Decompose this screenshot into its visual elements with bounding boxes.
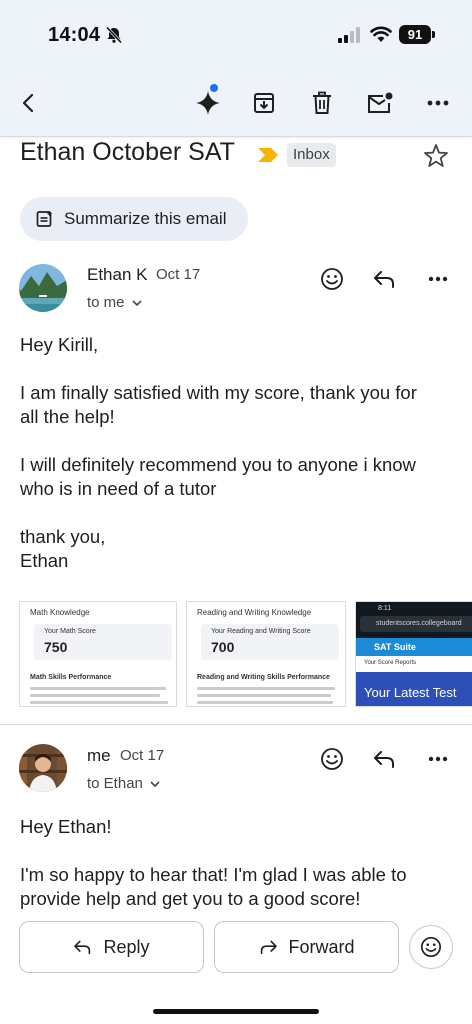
archive-button[interactable] (247, 86, 281, 120)
sat-suite-brand: SAT Suite (356, 638, 472, 656)
archive-icon (254, 93, 274, 113)
gemini-icon (196, 91, 220, 115)
recipient-text: to Ethan (87, 775, 143, 792)
forward-label: Forward (288, 936, 355, 957)
important-marker-icon[interactable] (257, 146, 279, 164)
score-box: Your Math Score 750 (34, 624, 172, 660)
message-body-line: I am finally satisfied with my score, th… (20, 382, 417, 403)
summary-icon (36, 211, 53, 227)
back-icon (22, 93, 34, 113)
more-horizontal-icon (427, 100, 449, 106)
attachment-reading-writing-score[interactable]: Reading and Writing Knowledge Your Readi… (186, 601, 346, 707)
section-heading: Math Skills Performance (30, 674, 112, 681)
reply-icon (374, 751, 394, 768)
reply-label: Reply (103, 936, 150, 957)
home-indicator (153, 1009, 319, 1014)
message-more-button[interactable] (423, 744, 453, 774)
react-emoji-button[interactable] (317, 264, 347, 294)
wifi-icon (370, 26, 392, 42)
trash-icon (313, 91, 331, 114)
message-body-line: Hey Kirill, (20, 334, 99, 355)
more-options-button[interactable] (421, 86, 455, 120)
mark-unread-icon (368, 92, 393, 113)
more-horizontal-icon (428, 756, 448, 762)
message-more-button[interactable] (423, 264, 453, 294)
avatar-me[interactable] (19, 744, 67, 792)
forward-icon (261, 940, 278, 955)
avatar-landscape-image (19, 264, 67, 312)
text-placeholder-line (197, 701, 333, 704)
latest-test-banner: Your Latest Test (356, 672, 472, 706)
battery-cap (432, 31, 435, 38)
forward-action-button[interactable]: Forward (214, 921, 399, 973)
emoji-icon (421, 937, 441, 957)
message-body-line: I will definitely recommend you to anyon… (20, 454, 416, 475)
emoji-icon (321, 748, 343, 770)
score-reports-subtitle: Your Score Reports (356, 656, 472, 672)
battery-indicator: 91 (399, 25, 431, 44)
status-time: 14:04 (48, 24, 101, 46)
notification-dot (210, 84, 218, 92)
message-date: Oct 17 (156, 266, 201, 283)
sender-name: me (87, 746, 111, 765)
score-value: 700 (211, 639, 235, 655)
reply-icon (374, 271, 394, 288)
chevron-down-icon (150, 780, 160, 787)
delete-button[interactable] (305, 86, 339, 120)
recipient-details-toggle[interactable]: to me (87, 294, 143, 311)
score-value: 750 (44, 639, 68, 655)
chevron-down-icon (131, 299, 142, 306)
summarize-label: Summarize this email (64, 209, 227, 228)
message-body-line: Hey Ethan! (20, 816, 112, 837)
text-placeholder-line (30, 687, 166, 690)
sender-name: Ethan K (87, 265, 148, 284)
attachment-title: Reading and Writing Knowledge (197, 608, 312, 617)
mark-unread-button[interactable] (363, 86, 397, 120)
section-heading: Reading and Writing Skills Performance (197, 674, 330, 681)
message-body-line: provide help and get you to a good score… (20, 888, 361, 909)
message-divider (0, 724, 472, 725)
react-emoji-button[interactable] (317, 744, 347, 774)
reply-button[interactable] (370, 744, 400, 774)
email-subject: Ethan October SAT (20, 138, 235, 166)
screenshot-url-bar: studentscores.collegeboard (360, 616, 472, 632)
message-date: Oct 17 (120, 747, 165, 764)
reply-button[interactable] (370, 264, 400, 294)
message-body-line: all the help! (20, 406, 115, 427)
text-placeholder-line (197, 687, 335, 690)
avatar-ethan[interactable] (19, 264, 67, 312)
text-placeholder-line (30, 694, 160, 697)
recipient-details-toggle[interactable]: to Ethan (87, 775, 161, 792)
text-placeholder-line (197, 694, 331, 697)
emoji-icon (321, 268, 343, 290)
cellular-signal-icon (338, 27, 360, 43)
score-box: Your Reading and Writing Score 700 (201, 624, 339, 660)
attachment-math-score[interactable]: Math Knowledge Your Math Score 750 Math … (19, 601, 177, 707)
reply-icon (74, 940, 91, 955)
message-body-line: thank you, (20, 526, 106, 547)
more-horizontal-icon (428, 276, 448, 282)
score-label: Your Math Score (44, 628, 96, 635)
reply-action-button[interactable]: Reply (19, 921, 204, 973)
avatar-photo-image (19, 744, 67, 792)
summarize-email-button[interactable]: Summarize this email (20, 197, 248, 241)
screenshot-status-time: 8:11 (378, 605, 392, 612)
bell-muted-icon (105, 26, 123, 44)
message-body-line: I'm so happy to hear that! I'm glad I wa… (20, 864, 407, 885)
top-app-bar: 14:04 91 (0, 0, 472, 137)
inbox-label-chip[interactable]: Inbox (287, 143, 336, 167)
star-icon[interactable] (422, 142, 450, 170)
text-placeholder-line (30, 701, 168, 704)
back-button[interactable] (12, 86, 46, 120)
score-label: Your Reading and Writing Score (211, 628, 311, 635)
react-emoji-action-button[interactable] (409, 925, 453, 969)
gemini-button[interactable] (191, 86, 225, 120)
message-body-line: who is in need of a tutor (20, 478, 217, 499)
attachment-title: Math Knowledge (30, 608, 90, 617)
recipient-text: to me (87, 294, 125, 311)
attachment-sat-suite-screenshot[interactable]: 8:11 studentscores.collegeboard SAT Suit… (355, 601, 472, 707)
message-body-line: Ethan (20, 550, 69, 571)
